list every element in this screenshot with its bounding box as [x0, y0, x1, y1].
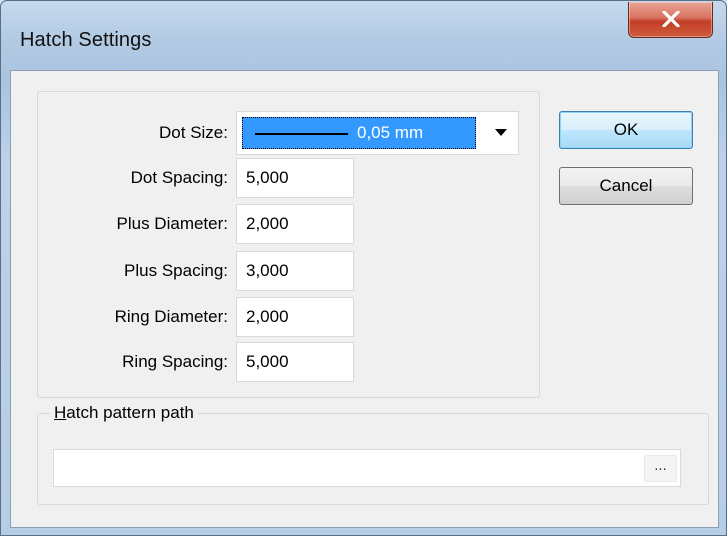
line-weight-preview	[255, 133, 348, 135]
plus-diameter-row: Plus Diameter:	[38, 204, 541, 244]
ring-diameter-row: Ring Diameter:	[38, 297, 541, 337]
hatch-path-group: Hatch pattern path ...	[37, 402, 709, 505]
browse-button[interactable]: ...	[644, 455, 677, 482]
hatch-path-input[interactable]: ...	[53, 449, 681, 487]
plus-diameter-input[interactable]	[236, 204, 354, 244]
plus-spacing-row: Plus Spacing:	[38, 251, 541, 291]
close-icon	[662, 11, 680, 27]
ring-diameter-input[interactable]	[236, 297, 354, 337]
ring-diameter-label: Ring Diameter:	[114, 307, 228, 326]
dialog-client-area: Dot Size: 0,05 mm Dot Spacing: Plus Diam…	[10, 70, 719, 528]
dot-spacing-row: Dot Spacing:	[38, 158, 541, 198]
plus-spacing-input[interactable]	[236, 251, 354, 291]
dot-size-dropdown[interactable]: 0,05 mm	[236, 111, 519, 155]
settings-group: Dot Size: 0,05 mm Dot Spacing: Plus Diam…	[37, 91, 540, 398]
plus-diameter-label: Plus Diameter:	[116, 214, 228, 233]
dialog-window: Hatch Settings Dot Size: 0,05 mm Dot Spa…	[0, 0, 727, 536]
cancel-button[interactable]: Cancel	[559, 167, 693, 205]
ring-spacing-row: Ring Spacing:	[38, 342, 541, 382]
hatch-path-accelerator: H	[54, 403, 67, 422]
ring-spacing-label: Ring Spacing:	[122, 352, 228, 371]
close-button[interactable]	[628, 2, 713, 38]
ok-button[interactable]: OK	[559, 111, 693, 149]
hatch-path-legend: Hatch pattern path	[50, 402, 198, 424]
dot-size-value: 0,05 mm	[357, 123, 424, 142]
dot-size-selected-item: 0,05 mm	[242, 117, 476, 149]
title-bar[interactable]: Hatch Settings	[1, 1, 726, 71]
dot-spacing-input[interactable]	[236, 158, 354, 198]
hatch-path-legend-text: atch pattern path	[66, 403, 194, 422]
ring-spacing-input[interactable]	[236, 342, 354, 382]
window-title: Hatch Settings	[20, 29, 152, 51]
plus-spacing-label: Plus Spacing:	[124, 261, 228, 280]
dot-size-label: Dot Size:	[159, 123, 228, 142]
dropdown-arrow-icon[interactable]	[495, 129, 507, 137]
dot-spacing-label: Dot Spacing:	[130, 168, 228, 187]
